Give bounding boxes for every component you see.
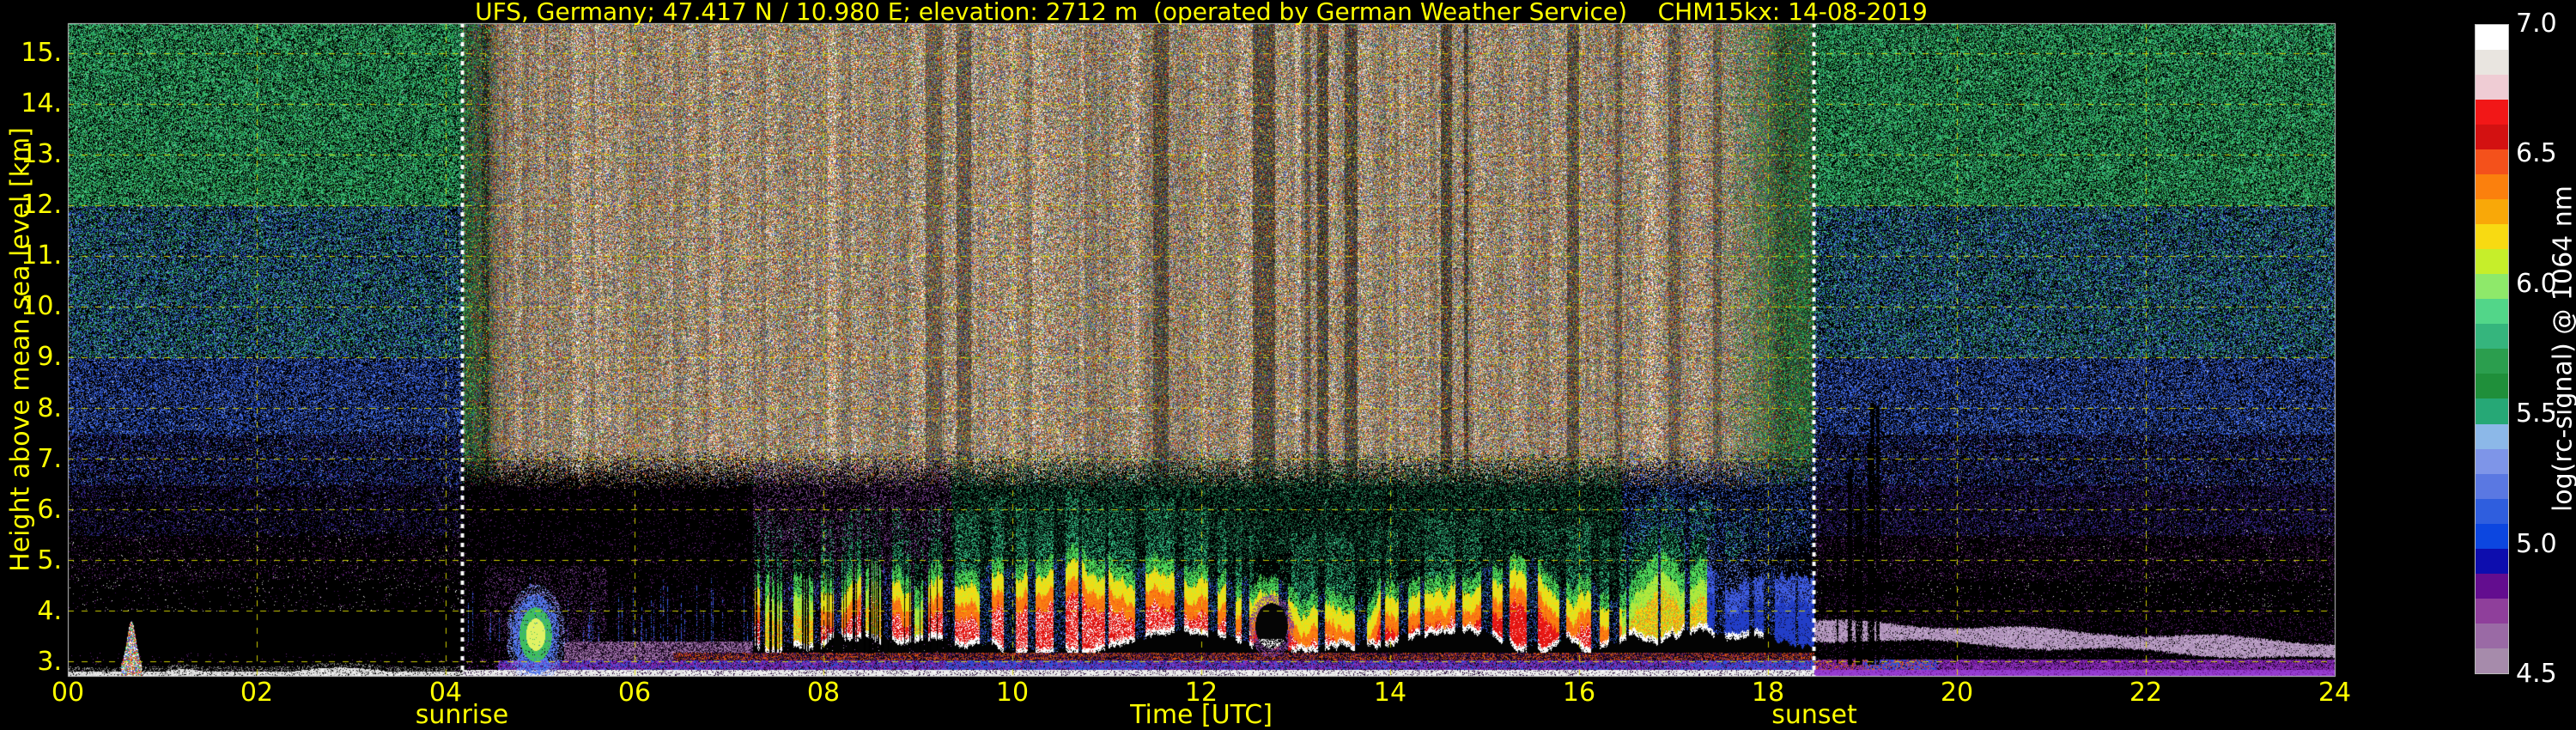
colorbar-band-21 (2476, 549, 2508, 574)
y-tick-6: 6. (0, 495, 62, 525)
chart-title: UFS, Germany; 47.417 N / 10.980 E; eleva… (68, 0, 2335, 26)
colorbar-band-13 (2476, 349, 2508, 374)
y-tick-11: 11. (0, 240, 62, 271)
colorbar-band-3 (2476, 100, 2508, 125)
colorbar (2475, 24, 2509, 674)
colorbar-band-22 (2476, 574, 2508, 599)
colorbar-band-11 (2476, 299, 2508, 324)
sunrise-annotation: sunrise (416, 700, 508, 730)
y-tick-5: 5. (0, 545, 62, 575)
sunset-annotation: sunset (1771, 700, 1857, 730)
x-axis-label: Time [UTC] (68, 700, 2335, 730)
y-tick-8: 8. (0, 393, 62, 423)
colorbar-band-23 (2476, 599, 2508, 624)
y-tick-9: 9. (0, 342, 62, 372)
colorbar-band-5 (2476, 149, 2508, 174)
colorbar-band-20 (2476, 524, 2508, 549)
y-tick-12: 12. (0, 190, 62, 220)
colorbar-band-0 (2476, 25, 2508, 50)
colorbar-band-19 (2476, 499, 2508, 524)
colorbar-band-24 (2476, 624, 2508, 648)
colorbar-tick-6.5: 6.5 (2516, 138, 2557, 168)
colorbar-band-7 (2476, 199, 2508, 224)
ceilometer-quicklook-figure: UFS, Germany; 47.417 N / 10.980 E; eleva… (0, 0, 2576, 730)
colorbar-band-25 (2476, 648, 2508, 673)
colorbar-label: log(rc-signal) @ 1064 nm (2549, 186, 2576, 512)
colorbar-band-1 (2476, 50, 2508, 75)
colorbar-tick-7.0: 7.0 (2516, 9, 2557, 39)
colorbar-tick-4.5: 4.5 (2516, 659, 2557, 689)
colorbar-band-14 (2476, 374, 2508, 398)
colorbar-band-15 (2476, 398, 2508, 423)
colorbar-tick-5.0: 5.0 (2516, 529, 2557, 559)
y-tick-13: 13. (0, 139, 62, 169)
y-tick-15: 15. (0, 38, 62, 68)
y-tick-4: 4. (0, 596, 62, 626)
y-tick-3: 3. (0, 647, 62, 677)
y-tick-10: 10. (0, 291, 62, 321)
colorbar-band-12 (2476, 324, 2508, 349)
colorbar-band-2 (2476, 75, 2508, 100)
colorbar-band-10 (2476, 274, 2508, 299)
colorbar-band-4 (2476, 125, 2508, 149)
y-tick-7: 7. (0, 444, 62, 474)
colorbar-band-6 (2476, 174, 2508, 199)
y-tick-14: 14. (0, 88, 62, 119)
heatmap-canvas (0, 0, 2576, 730)
colorbar-band-18 (2476, 474, 2508, 499)
colorbar-band-9 (2476, 249, 2508, 274)
colorbar-band-17 (2476, 449, 2508, 474)
colorbar-band-16 (2476, 424, 2508, 449)
colorbar-band-8 (2476, 224, 2508, 249)
